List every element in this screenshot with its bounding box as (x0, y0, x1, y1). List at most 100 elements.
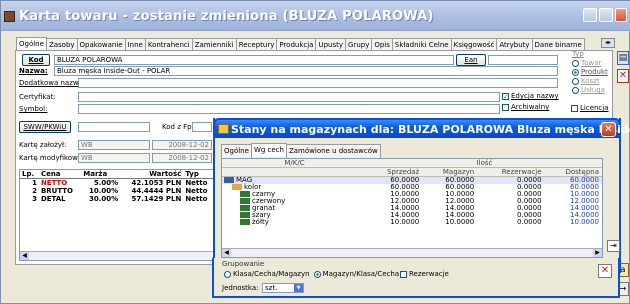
dialog-cancel-icon[interactable]: ✕ (598, 264, 612, 278)
dialog-tab-0[interactable]: Ogólne (221, 144, 252, 158)
stock-grid-scrollbar[interactable]: ◀ ▶ (222, 248, 602, 257)
grupowanie-caption: Grupowanie (222, 260, 265, 268)
jednostka-select[interactable]: szt. ▼ (262, 283, 304, 293)
jednostka-label: Jednostka: (222, 284, 259, 292)
radio-icon (572, 86, 579, 94)
certyfikat-field[interactable] (78, 92, 500, 102)
price-col-header: Marża (81, 170, 121, 179)
attribute-icon (240, 198, 250, 204)
typ-option-label: Koszt (581, 77, 600, 85)
typ-radio-2[interactable]: Koszt (572, 77, 608, 86)
price-row[interactable]: 1 NETTO 5.00% 42.1053 PLN Netto (20, 179, 214, 188)
karte-modyfikowal-date: 2008-12-02 (152, 153, 212, 163)
nazwa-field[interactable]: Bluza męska Inside-Out - POLAR (54, 66, 558, 76)
stock-name-cell: szary (222, 212, 367, 219)
symbol-field[interactable] (78, 104, 500, 114)
stock-name-cell: żółty (222, 219, 367, 226)
stock-dialog: Stany na magazynach dla: BLUZA POLAROWA … (213, 118, 630, 273)
licencja-label: Licencja (580, 104, 609, 112)
price-list[interactable]: Lp. Cena Marża Wartość Typ 1 NETTO 5.00% 42.105… (19, 169, 215, 261)
kod-z-fpp-field[interactable] (192, 122, 212, 132)
stock-name: żółty (252, 218, 269, 226)
dialog-close-button[interactable]: ✕ (601, 122, 616, 137)
scroll-left-icon[interactable]: ◀ (20, 252, 29, 260)
grid-scroll-left-icon[interactable]: ◀ (222, 249, 231, 257)
price-col-header: Lp. (20, 170, 39, 179)
karte-zalozyl-date: 2008-12-02 (152, 140, 212, 150)
minimize-button[interactable] (583, 8, 597, 22)
price-list-scrollbar[interactable]: ◀ (20, 251, 214, 260)
radio-icon (572, 77, 579, 85)
price-cell-marza: 5.00% (93, 179, 119, 187)
jednostka-value: szt. (265, 284, 278, 292)
price-cell-cena: NETTO (40, 179, 68, 187)
dodatkowa-nazwa-field[interactable] (78, 78, 558, 88)
typ-radio-3[interactable]: Usługa (572, 86, 608, 95)
archiwalny-label: Archiwalny (511, 103, 550, 111)
grupowanie-option-label: Magazyn/Klasa/Cecha (322, 270, 400, 278)
typ-option-label: Towar (581, 59, 602, 67)
licencja-checkbox[interactable]: Licencja (571, 104, 609, 112)
close-button[interactable] (615, 8, 627, 22)
stock-cell-rezerwacje: 0.0000 (517, 218, 542, 226)
ean-button[interactable]: Ean (456, 54, 486, 66)
grupowanie-radio-0[interactable]: Klasa/Cecha/Magazyn (224, 270, 310, 278)
warehouse-icon (224, 177, 234, 183)
kod-button[interactable]: Kod (22, 54, 50, 66)
stock-grid[interactable]: M/K/C Ilość Sprzedaż Magazyn Rezerwacje D… (221, 158, 603, 258)
radio-icon (224, 270, 231, 278)
chevron-down-icon[interactable]: ▼ (294, 284, 303, 292)
stock-name-cell: granat (222, 205, 367, 212)
price-cell-marza: 10.00% (89, 187, 119, 195)
price-row[interactable]: 3 DETAL 30.00% 57.1429 PLN Netto (20, 195, 214, 203)
col-mkc-header: M/K/C (284, 159, 305, 167)
save-icon[interactable]: ▤ (617, 51, 629, 65)
cancel-icon[interactable]: ✕ (617, 69, 629, 83)
attribute-icon (240, 219, 250, 225)
app-icon (4, 11, 15, 22)
sww-pkwiu-button[interactable]: SWW/PKWiU (19, 121, 71, 133)
tab-scroll-arrows[interactable]: ◂▸ (601, 38, 615, 48)
stock-name-cell: czarny (222, 191, 367, 198)
grupowanie-radio-1[interactable]: Magazyn/Klasa/Cecha (313, 270, 400, 278)
stock-name-cell: czerwony (222, 198, 367, 205)
radio-icon (572, 59, 579, 67)
archiwalny-checkbox[interactable]: Archiwalny (502, 103, 549, 111)
price-row[interactable]: 2 BRUTTO 10.00% 44.4444 PLN Netto (20, 187, 214, 195)
rezerwacje-label: Rezerwacje (409, 270, 449, 278)
price-cell-lp: 2 (32, 187, 37, 195)
price-cell-wartosc: 42.1053 PLN (131, 179, 182, 187)
price-cell-typ: Netto (185, 187, 208, 195)
pin-icon[interactable]: ⇥ (607, 240, 620, 252)
dialog-tab-1[interactable]: Wg cech (250, 143, 287, 157)
radio-icon (313, 270, 321, 278)
attribute-icon (240, 205, 250, 211)
stock-dialog-titlebar[interactable]: Stany na magazynach dla: BLUZA POLAROWA … (213, 118, 630, 138)
grid-scroll-right-icon[interactable]: ▶ (593, 249, 602, 257)
typ-radio-1[interactable]: Produkt (572, 68, 608, 77)
maximize-button[interactable] (599, 8, 613, 22)
price-cell-typ: Netto (185, 195, 208, 203)
price-col-header: Wartość (120, 170, 184, 179)
karte-modyfikowal-label: Kartę modyfikował: (19, 154, 87, 162)
kod-field[interactable]: BLUZA POLAROWA (54, 55, 454, 65)
grupowanie-radio-group: Klasa/Cecha/Magazyn Magazyn/Klasa/Cecha (224, 270, 403, 278)
ean-field[interactable] (488, 55, 558, 65)
stock-row[interactable]: żółty 10.0000 10.0000 0.0000 10.0000 (222, 219, 602, 226)
dialog-tab-2[interactable]: Zamówione u dostawców (285, 144, 381, 158)
dialog-tabs: Ogólne Wg cech Zamówione u dostawców (221, 143, 381, 158)
price-cell-marza: 30.00% (89, 195, 119, 203)
rezerwacje-checkbox[interactable]: Rezerwacje (400, 270, 449, 278)
edycja-nazwy-checkbox[interactable]: ✓ Edycja nazwy (502, 92, 559, 100)
price-col-header: Typ (183, 170, 214, 179)
edycja-nazwy-label: Edycja nazwy (511, 92, 559, 100)
price-cell-wartosc: 57.1429 PLN (131, 195, 182, 203)
window-titlebar[interactable]: Karta towaru - zostanie zmieniona (BLUZA… (1, 1, 630, 31)
tab-0[interactable]: Ogólne (16, 37, 47, 51)
stock-name-cell: kolor (222, 184, 367, 191)
karte-zalozyl-field: WB (78, 140, 150, 150)
sww-field[interactable] (78, 122, 150, 132)
typ-radio-0[interactable]: Towar (572, 59, 608, 68)
price-col-header: Cena (38, 170, 82, 179)
nazwa-label: Nazwa: (19, 67, 48, 75)
